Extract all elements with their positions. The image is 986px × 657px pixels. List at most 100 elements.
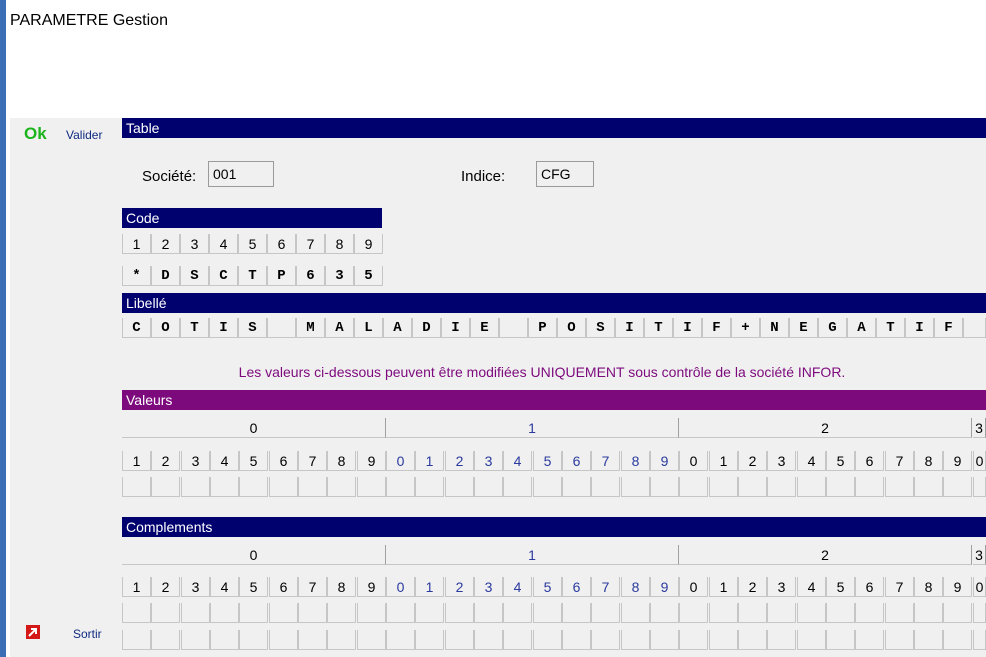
libelle-char-cell[interactable]: T xyxy=(876,318,905,338)
libelle-char-cell[interactable] xyxy=(963,318,986,338)
complements-input-cell[interactable] xyxy=(415,603,444,623)
complements-input-cell[interactable] xyxy=(445,603,474,623)
valeurs-input-cell[interactable] xyxy=(797,477,826,497)
valeurs-input-cell[interactable] xyxy=(122,477,151,497)
complements-input-cell[interactable] xyxy=(826,630,855,650)
complements-input-cell[interactable] xyxy=(650,630,679,650)
libelle-char-cell[interactable]: A xyxy=(325,318,354,338)
valeurs-input-cell[interactable] xyxy=(709,477,738,497)
complements-input-cell[interactable] xyxy=(269,603,298,623)
complements-input-cell[interactable] xyxy=(562,603,591,623)
libelle-char-cell[interactable]: A xyxy=(383,318,412,338)
libelle-char-cell[interactable]: F xyxy=(934,318,963,338)
code-char-cell[interactable]: 6 xyxy=(296,266,325,286)
valeurs-input-cell[interactable] xyxy=(415,477,444,497)
valeurs-input-cell[interactable] xyxy=(210,477,239,497)
libelle-char-cell[interactable]: T xyxy=(644,318,673,338)
complements-input-cell[interactable] xyxy=(210,603,239,623)
valeurs-input-cell[interactable] xyxy=(269,477,298,497)
code-char-cell[interactable]: 5 xyxy=(354,266,383,286)
libelle-char-cell[interactable]: E xyxy=(470,318,499,338)
libelle-char-cell[interactable]: S xyxy=(238,318,267,338)
complements-input-cell[interactable] xyxy=(943,630,972,650)
complements-input-cell[interactable] xyxy=(621,603,650,623)
libelle-char-cell[interactable]: M xyxy=(296,318,325,338)
indice-field[interactable]: CFG xyxy=(536,161,594,187)
libelle-char-cell[interactable]: F xyxy=(702,318,731,338)
valeurs-input-cell[interactable] xyxy=(533,477,562,497)
complements-input-cell[interactable] xyxy=(327,603,356,623)
valeurs-input-cell[interactable] xyxy=(767,477,796,497)
complements-input-cell[interactable] xyxy=(445,630,474,650)
libelle-char-cell[interactable]: L xyxy=(354,318,383,338)
complements-input-cell[interactable] xyxy=(679,603,708,623)
code-char-cell[interactable]: 3 xyxy=(325,266,354,286)
code-char-cell[interactable]: * xyxy=(122,266,151,286)
complements-input-cell[interactable] xyxy=(503,603,532,623)
libelle-char-cell[interactable]: + xyxy=(731,318,760,338)
complements-input-cell[interactable] xyxy=(503,630,532,650)
complements-input-cell[interactable] xyxy=(767,630,796,650)
libelle-char-cell[interactable]: I xyxy=(209,318,238,338)
valeurs-input-cell[interactable] xyxy=(679,477,708,497)
complements-input-cell[interactable] xyxy=(914,630,943,650)
complements-input-cell[interactable] xyxy=(474,603,503,623)
libelle-char-cell[interactable]: N xyxy=(760,318,789,338)
valeurs-input-cell[interactable] xyxy=(914,477,943,497)
complements-input-cell[interactable] xyxy=(151,603,180,623)
ok-icon[interactable]: Ok xyxy=(24,124,47,144)
libelle-char-cell[interactable]: D xyxy=(412,318,441,338)
complements-input-cell[interactable] xyxy=(855,630,884,650)
libelle-char-cell[interactable]: S xyxy=(586,318,615,338)
code-char-cell[interactable]: S xyxy=(180,266,209,286)
libelle-char-cell[interactable]: I xyxy=(615,318,644,338)
exit-arrow-icon[interactable] xyxy=(26,625,40,639)
complements-input-cell[interactable] xyxy=(181,630,210,650)
libelle-char-cell[interactable]: C xyxy=(122,318,151,338)
valeurs-input-cell[interactable] xyxy=(650,477,679,497)
complements-input-cell[interactable] xyxy=(973,603,986,623)
valeurs-input-cell[interactable] xyxy=(503,477,532,497)
valeurs-input-cell[interactable] xyxy=(855,477,884,497)
valeurs-input-cell[interactable] xyxy=(943,477,972,497)
complements-input-cell[interactable] xyxy=(181,603,210,623)
code-char-cell[interactable]: T xyxy=(238,266,267,286)
complements-input-cell[interactable] xyxy=(709,603,738,623)
libelle-char-cell[interactable]: O xyxy=(151,318,180,338)
complements-input-cell[interactable] xyxy=(298,630,327,650)
complements-input-cell[interactable] xyxy=(239,603,268,623)
libelle-char-cell[interactable]: P xyxy=(528,318,557,338)
complements-input-cell[interactable] xyxy=(973,630,986,650)
libelle-char-cell[interactable]: E xyxy=(789,318,818,338)
valeurs-input-cell[interactable] xyxy=(591,477,620,497)
complements-input-cell[interactable] xyxy=(767,603,796,623)
complements-input-cell[interactable] xyxy=(650,603,679,623)
complements-input-cell[interactable] xyxy=(591,603,620,623)
complements-input-cell[interactable] xyxy=(562,630,591,650)
complements-input-cell[interactable] xyxy=(709,630,738,650)
complements-input-cell[interactable] xyxy=(826,603,855,623)
valeurs-input-cell[interactable] xyxy=(621,477,650,497)
code-char-cell[interactable]: C xyxy=(209,266,238,286)
libelle-char-cell[interactable] xyxy=(267,318,296,338)
complements-input-cell[interactable] xyxy=(415,630,444,650)
valeurs-input-cell[interactable] xyxy=(474,477,503,497)
complements-input-cell[interactable] xyxy=(885,630,914,650)
sortir-button[interactable]: Sortir xyxy=(73,627,102,641)
complements-input-cell[interactable] xyxy=(533,630,562,650)
libelle-char-cell[interactable]: A xyxy=(847,318,876,338)
complements-input-cell[interactable] xyxy=(797,603,826,623)
valeurs-input-cell[interactable] xyxy=(181,477,210,497)
complements-input-cell[interactable] xyxy=(474,630,503,650)
valeurs-input-cell[interactable] xyxy=(151,477,180,497)
complements-input-cell[interactable] xyxy=(386,603,415,623)
valider-button[interactable]: Valider xyxy=(66,128,102,142)
valeurs-input-cell[interactable] xyxy=(239,477,268,497)
complements-input-cell[interactable] xyxy=(943,603,972,623)
libelle-char-cell[interactable]: I xyxy=(905,318,934,338)
complements-input-cell[interactable] xyxy=(621,630,650,650)
valeurs-input-cell[interactable] xyxy=(738,477,767,497)
complements-input-cell[interactable] xyxy=(914,603,943,623)
valeurs-input-cell[interactable] xyxy=(386,477,415,497)
complements-input-cell[interactable] xyxy=(210,630,239,650)
